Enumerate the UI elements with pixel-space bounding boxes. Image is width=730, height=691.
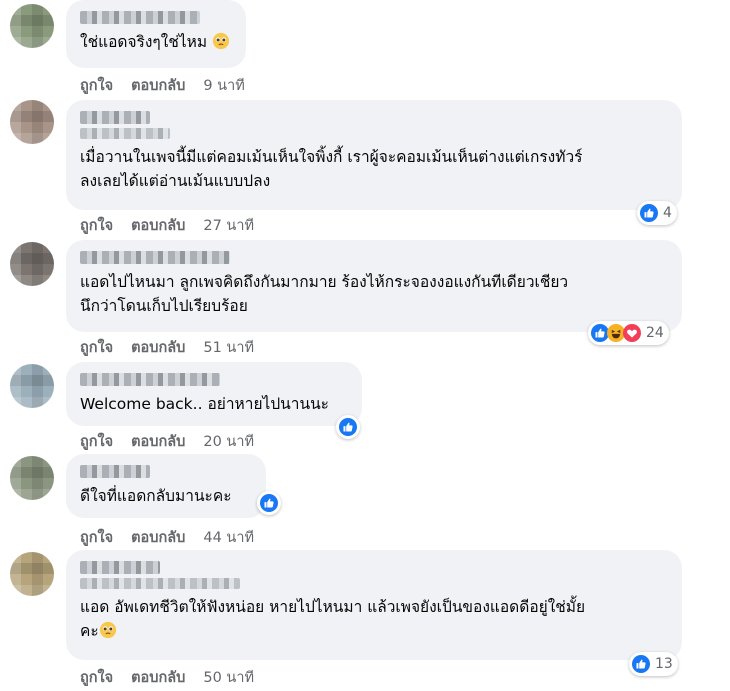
reply-button[interactable]: ตอบกลับ — [131, 430, 185, 453]
like-icon — [632, 655, 650, 673]
comment-bubble: แอด อัพเดทชีวิตให้ฟังหน่อย หายไปไหนมา แล… — [66, 550, 682, 660]
like-icon — [260, 494, 278, 512]
comment-bubble: เมื่อวานในเพจนี้มีแต่คอมเม้นเห็นใจพิ้งกี… — [66, 100, 682, 210]
pleading-face-emoji — [212, 32, 230, 57]
reply-button[interactable]: ตอบกลับ — [131, 214, 185, 237]
reply-button[interactable]: ตอบกลับ — [131, 666, 185, 689]
avatar[interactable] — [10, 456, 54, 500]
like-icon — [339, 418, 357, 436]
avatar[interactable] — [10, 552, 54, 596]
comment-bubble: ใช่แอดจริงๆใช่ไหม — [66, 0, 246, 68]
commenter-name-blurred[interactable] — [80, 465, 150, 478]
like-button[interactable]: ถูกใจ — [80, 214, 113, 237]
avatar[interactable] — [10, 4, 54, 48]
commenter-name-blurred[interactable] — [80, 373, 220, 386]
commenter-name-blurred[interactable] — [80, 111, 150, 124]
timestamp[interactable]: 20 นาที — [203, 430, 254, 453]
reaction-summary[interactable] — [257, 491, 281, 515]
reaction-summary[interactable]: 4 — [637, 201, 677, 225]
commenter-name-blurred[interactable] — [80, 11, 200, 24]
comment-text: เมื่อวานในเพจนี้มีแต่คอมเม้นเห็นใจพิ้งกี… — [80, 148, 583, 190]
like-button[interactable]: ถูกใจ — [80, 74, 113, 97]
reaction-summary[interactable] — [336, 415, 360, 439]
commenter-name-blurred[interactable] — [80, 251, 230, 264]
comment-text: ใช่แอดจริงๆใช่ไหม — [80, 33, 208, 51]
avatar[interactable] — [10, 242, 54, 286]
reaction-count: 24 — [646, 325, 664, 341]
timestamp[interactable]: 27 นาที — [203, 214, 254, 237]
commenter-name-blurred[interactable] — [80, 578, 240, 589]
reaction-summary[interactable]: 13 — [629, 652, 678, 676]
timestamp[interactable]: 9 นาที — [203, 74, 244, 97]
reply-button[interactable]: ตอบกลับ — [131, 526, 185, 549]
like-button[interactable]: ถูกใจ — [80, 526, 113, 549]
comment-text: แอดไปไหนมา ลูกเพจคิดถึงกันมากมาย ร้องไห้… — [80, 273, 569, 315]
love-icon — [623, 324, 641, 342]
reaction-count: 4 — [663, 205, 672, 221]
timestamp[interactable]: 51 นาที — [203, 336, 254, 359]
reply-button[interactable]: ตอบกลับ — [131, 74, 185, 97]
timestamp[interactable]: 44 นาที — [203, 526, 254, 549]
reaction-count: 13 — [655, 656, 673, 672]
like-button[interactable]: ถูกใจ — [80, 666, 113, 689]
commenter-name-blurred[interactable] — [80, 561, 160, 574]
like-button[interactable]: ถูกใจ — [80, 336, 113, 359]
like-icon — [640, 204, 658, 222]
reply-button[interactable]: ตอบกลับ — [131, 336, 185, 359]
comment-text: Welcome back.. อย่าหายไปนานนะ — [80, 395, 329, 413]
comment-bubble: Welcome back.. อย่าหายไปนานนะ — [66, 362, 362, 426]
comment-bubble: แอดไปไหนมา ลูกเพจคิดถึงกันมากมาย ร้องไห้… — [66, 240, 682, 332]
timestamp[interactable]: 50 นาที — [203, 666, 254, 689]
comment-text: แอด อัพเดทชีวิตให้ฟังหน่อย หายไปไหนมา แล… — [80, 598, 586, 640]
comment-bubble: ดีใจที่แอดกลับมานะคะ — [66, 454, 266, 518]
reaction-summary[interactable]: 24 — [588, 321, 669, 345]
pleading-face-emoji — [99, 621, 117, 646]
avatar[interactable] — [10, 364, 54, 408]
commenter-name-blurred[interactable] — [80, 128, 170, 139]
like-button[interactable]: ถูกใจ — [80, 430, 113, 453]
avatar[interactable] — [10, 100, 54, 144]
comment-text: ดีใจที่แอดกลับมานะคะ — [80, 487, 232, 505]
